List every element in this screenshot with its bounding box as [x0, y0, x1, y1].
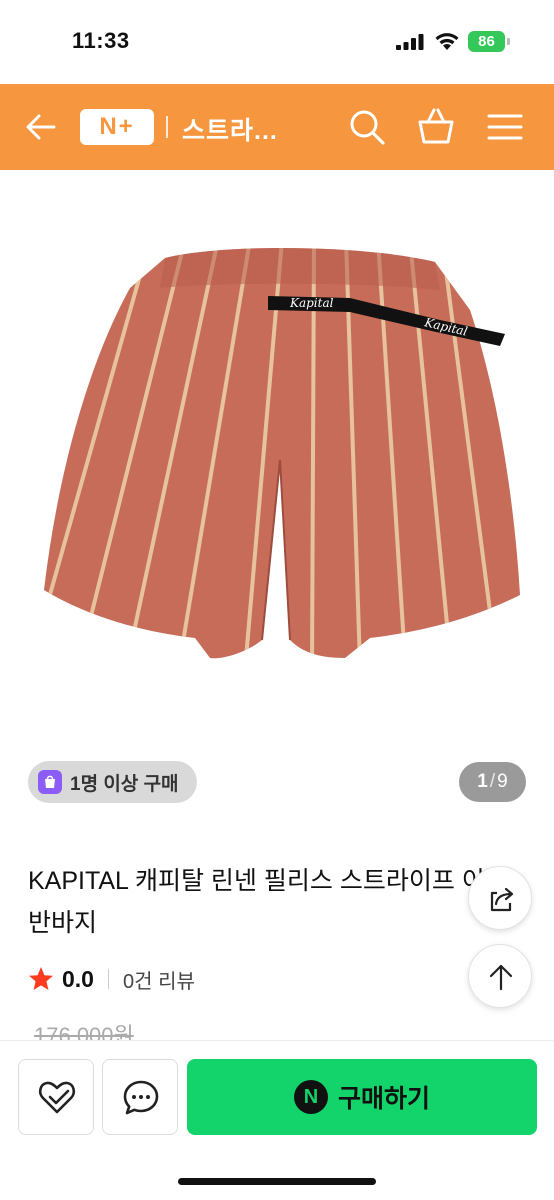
counter-current: 1 [477, 771, 488, 792]
shopping-bag-icon[interactable] [416, 106, 456, 146]
app-header: N+ 스트라... [0, 84, 554, 170]
search-icon[interactable] [348, 108, 386, 146]
bottom-action-bar: N 구매하기 [0, 1040, 554, 1200]
buy-now-label: 구매하기 [337, 1085, 430, 1113]
review-count-link[interactable]: 0건 리뷰 [123, 965, 195, 994]
rating-row: 0.0 0건 리뷰 [28, 962, 195, 996]
rating-value: 0.0 [62, 965, 94, 992]
wifi-icon [435, 33, 459, 50]
star-icon [29, 967, 53, 990]
npay-icon: N [293, 1080, 328, 1114]
home-indicator [178, 1178, 376, 1185]
naver-plus-logo[interactable]: N+ [80, 109, 154, 145]
arrow-up-icon [489, 964, 513, 991]
store-title[interactable]: 스트라... [182, 111, 278, 147]
share-icon [490, 887, 514, 912]
product-title: KAPITAL 캐피탈 린넨 필리스 스트라이프 이지 반바지 [28, 867, 508, 937]
battery-level: 86 [478, 33, 495, 50]
back-arrow-icon[interactable] [24, 110, 58, 144]
product-image-gallery[interactable]: Kapital Kapital [0, 170, 554, 750]
product-photo-shorts: Kapital Kapital [44, 247, 520, 659]
buyer-count-text: 1명 이상 구매 [70, 773, 179, 795]
chat-button[interactable] [102, 1059, 178, 1135]
wishlist-button[interactable] [18, 1059, 94, 1135]
status-time: 11:33 [72, 28, 130, 53]
buy-now-button[interactable]: N 구매하기 [187, 1059, 537, 1135]
battery-indicator: 86 [468, 31, 510, 52]
scroll-to-top-button[interactable] [468, 944, 532, 1008]
counter-separator: / [489, 771, 496, 792]
heart-check-icon [38, 1081, 76, 1114]
shopping-bag-badge-icon [38, 770, 62, 794]
battery-cap [507, 38, 510, 45]
logo-text: N+ [99, 113, 135, 140]
rating-divider [107, 969, 109, 989]
hamburger-menu-icon[interactable] [486, 110, 524, 144]
share-button[interactable] [468, 866, 532, 930]
header-divider [166, 116, 168, 138]
counter-total: 9 [497, 771, 508, 792]
chat-bubble-icon [123, 1080, 159, 1115]
belt-text: Kapital [289, 296, 334, 310]
cellular-signal-icon [396, 34, 424, 50]
status-bar: 11:33 86 [0, 0, 554, 84]
image-page-counter: 1/9 [459, 762, 526, 802]
buyer-count-badge: 1명 이상 구매 [28, 761, 197, 803]
